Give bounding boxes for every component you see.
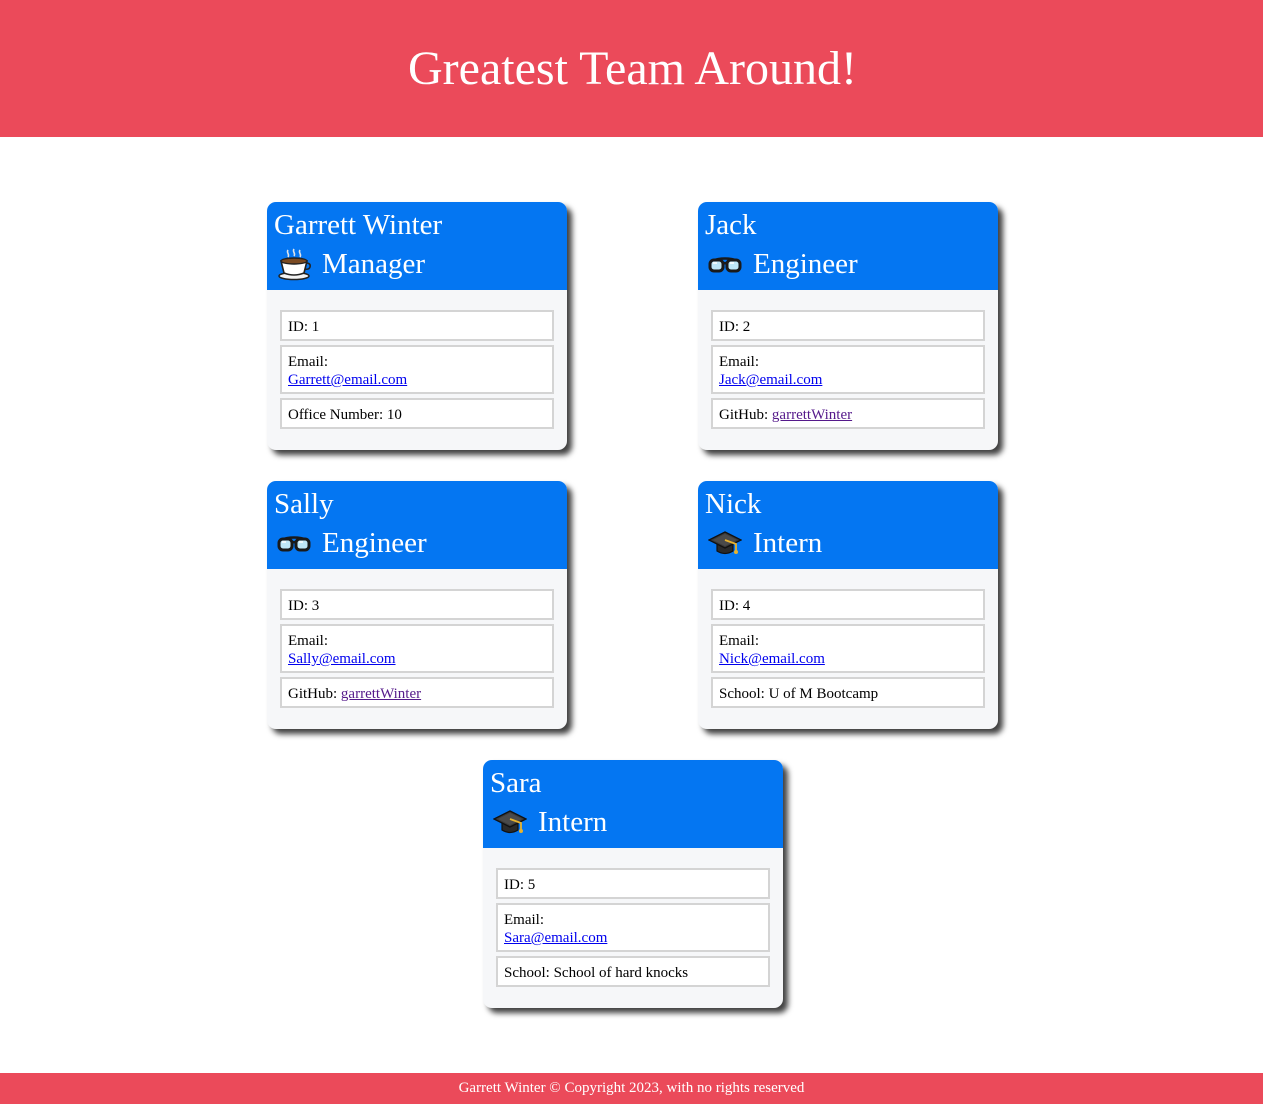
card-header: Garrett Winter Manager — [267, 202, 567, 290]
github-item: GitHub: garrettWinter — [280, 677, 554, 708]
employee-email-item: Email: Garrett@email.com — [280, 345, 554, 394]
employee-email-item: Email: Sara@email.com — [496, 903, 770, 952]
card-details: ID: 5 Email: Sara@email.com School: Scho… — [496, 868, 770, 991]
page-title: Greatest Team Around! — [408, 42, 857, 95]
email-label: Email: — [719, 633, 759, 649]
graduation-cap-icon — [708, 526, 742, 560]
email-link[interactable]: Sara@email.com — [504, 930, 607, 946]
email-label: Email: — [504, 912, 544, 928]
employee-email-item: Email: Sally@email.com — [280, 624, 554, 673]
employee-card: Sara Intern ID: 5 Email: Sara@email.com … — [483, 760, 783, 1008]
employee-card: Sally Engineer ID: 3 Email: Sally@email.… — [267, 481, 567, 729]
employee-id: ID: 3 — [280, 589, 554, 620]
github-label: GitHub: — [719, 407, 772, 423]
role-label: Engineer — [753, 248, 858, 280]
card-details: ID: 2 Email: Jack@email.com GitHub: garr… — [711, 310, 985, 433]
employee-name: Sara — [490, 767, 542, 799]
copyright-text: Garrett Winter © Copyright 2023, with no… — [458, 1080, 805, 1096]
employee-role: Manager — [277, 247, 425, 281]
role-label: Engineer — [322, 527, 427, 559]
employee-id: ID: 4 — [711, 589, 985, 620]
email-link[interactable]: Nick@email.com — [719, 651, 825, 667]
employee-name: Jack — [705, 209, 757, 241]
employee-email-item: Email: Nick@email.com — [711, 624, 985, 673]
role-label: Intern — [538, 806, 608, 838]
employee-id: ID: 2 — [711, 310, 985, 341]
github-link[interactable]: garrettWinter — [341, 686, 421, 702]
card-header: Jack Engineer — [698, 202, 998, 290]
employee-role: Intern — [493, 805, 607, 839]
card-header: Sally Engineer — [267, 481, 567, 569]
employee-name: Nick — [705, 488, 762, 520]
email-link[interactable]: Garrett@email.com — [288, 372, 407, 388]
github-label: GitHub: — [288, 686, 341, 702]
role-label: Intern — [753, 527, 823, 559]
employee-id: ID: 5 — [496, 868, 770, 899]
email-link[interactable]: Jack@email.com — [719, 372, 822, 388]
card-header: Sara Intern — [483, 760, 783, 848]
card-header: Nick Intern — [698, 481, 998, 569]
glasses-icon — [277, 526, 311, 560]
employee-id: ID: 1 — [280, 310, 554, 341]
office-number: Office Number: 10 — [280, 398, 554, 429]
email-link[interactable]: Sally@email.com — [288, 651, 396, 667]
employee-name: Sally — [274, 488, 334, 520]
card-details: ID: 4 Email: Nick@email.com School: U of… — [711, 589, 985, 712]
github-link[interactable]: garrettWinter — [772, 407, 852, 423]
employee-card: Nick Intern ID: 4 Email: Nick@email.com … — [698, 481, 998, 729]
card-details: ID: 3 Email: Sally@email.com GitHub: gar… — [280, 589, 554, 712]
email-label: Email: — [719, 354, 759, 370]
coffee-icon — [277, 247, 311, 281]
email-label: Email: — [288, 354, 328, 370]
employee-card: Jack Engineer ID: 2 Email: Jack@email.co… — [698, 202, 998, 450]
employee-card: Garrett Winter Manager ID: 1 Email: Garr… — [267, 202, 567, 450]
card-details: ID: 1 Email: Garrett@email.com Office Nu… — [280, 310, 554, 433]
employee-role: Intern — [708, 526, 822, 560]
employee-role: Engineer — [277, 526, 427, 560]
employee-role: Engineer — [708, 247, 858, 281]
glasses-icon — [708, 247, 742, 281]
role-label: Manager — [322, 248, 426, 280]
school-item: School: School of hard knocks — [496, 956, 770, 987]
school-item: School: U of M Bootcamp — [711, 677, 985, 708]
github-item: GitHub: garrettWinter — [711, 398, 985, 429]
employee-name: Garrett Winter — [274, 209, 443, 241]
employee-email-item: Email: Jack@email.com — [711, 345, 985, 394]
page-header: Greatest Team Around! — [0, 0, 1263, 137]
email-label: Email: — [288, 633, 328, 649]
page-footer: Garrett Winter © Copyright 2023, with no… — [0, 1073, 1263, 1104]
graduation-cap-icon — [493, 805, 527, 839]
